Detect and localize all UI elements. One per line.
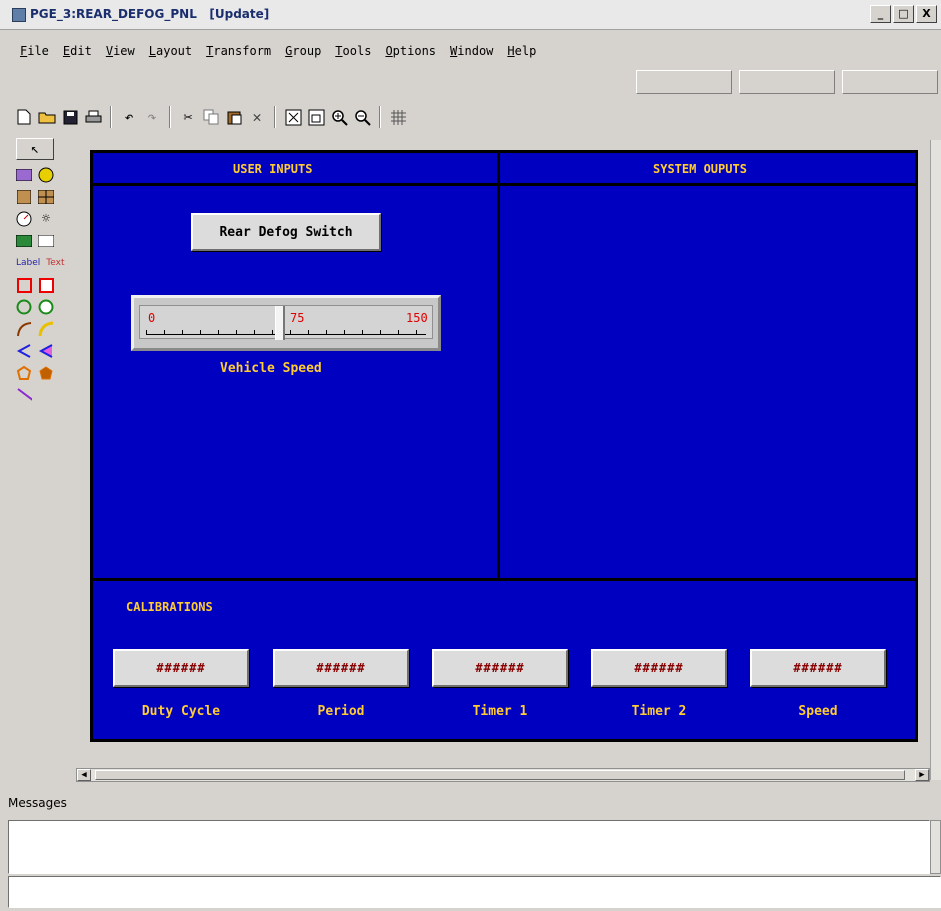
period-value[interactable]: ###### — [273, 649, 409, 687]
clock-widget-icon[interactable] — [38, 167, 54, 183]
fit-view-icon[interactable] — [283, 107, 303, 127]
slider-max-label: 150 — [406, 311, 428, 325]
paste-icon[interactable] — [224, 107, 244, 127]
undo-icon[interactable]: ↶ — [119, 107, 139, 127]
zoom-box-icon[interactable] — [306, 107, 326, 127]
vehicle-speed-label: Vehicle Speed — [220, 361, 322, 376]
timer-1-value[interactable]: ###### — [432, 649, 568, 687]
rectangle-icon[interactable] — [16, 277, 32, 293]
menu-layout[interactable]: Layout — [149, 44, 192, 58]
menu-file[interactable]: File — [20, 44, 49, 58]
menu-window[interactable]: Window — [450, 44, 493, 58]
circle-icon[interactable] — [16, 299, 32, 315]
timer-1-label: Timer 1 — [472, 704, 528, 719]
zoom-out-icon[interactable] — [352, 107, 372, 127]
arc-filled-icon[interactable] — [38, 321, 54, 337]
window-title: PGE_3:REAR_DEFOG_PNL [Update] — [30, 7, 270, 21]
value-widget-icon[interactable] — [16, 233, 32, 249]
speed-label: Speed — [798, 704, 838, 719]
messages-area[interactable] — [8, 820, 930, 874]
scroll-right-icon[interactable]: ▶ — [915, 769, 929, 781]
duty-cycle-value[interactable]: ###### — [113, 649, 249, 687]
lamp-widget-icon[interactable]: ☼ — [38, 211, 54, 227]
menu-edit[interactable]: Edit — [63, 44, 92, 58]
cut-icon[interactable]: ✂ — [178, 107, 198, 127]
vehicle-speed-slider[interactable]: 0 75 150 — [131, 295, 441, 351]
slider-min-label: 0 — [148, 311, 156, 325]
timer-2-label: Timer 2 — [631, 704, 687, 719]
header-divider — [93, 183, 915, 186]
menu-options[interactable]: Options — [385, 44, 436, 58]
status-area — [8, 876, 941, 908]
messages-label: Messages — [8, 796, 67, 810]
text-tool[interactable]: Text — [46, 255, 64, 271]
system-outputs-header: SYSTEM OUPUTS — [653, 162, 747, 176]
line-icon[interactable] — [16, 387, 32, 403]
menu-tools[interactable]: Tools — [335, 44, 371, 58]
menu-group[interactable]: Group — [285, 44, 321, 58]
circle-filled-icon[interactable] — [38, 299, 54, 315]
calibrations-header: CALIBRATIONS — [126, 600, 213, 614]
delete-icon[interactable]: ✕ — [247, 107, 267, 127]
angle-icon[interactable] — [16, 343, 32, 359]
panel-canvas: USER INPUTS SYSTEM OUPUTS Rear Defog Swi… — [90, 150, 918, 742]
top-field-3[interactable] — [842, 70, 938, 94]
tool-palette: ↖ ☼ Label Text — [14, 138, 74, 406]
top-field-1[interactable] — [636, 70, 732, 94]
toolbar: ↶ ↷ ✂ ✕ — [14, 104, 408, 130]
horizontal-scrollbar[interactable]: ◀ ▶ — [76, 768, 930, 782]
select-arrow-icon[interactable]: ↖ — [16, 138, 54, 160]
save-icon[interactable] — [60, 107, 80, 127]
copy-icon[interactable] — [201, 107, 221, 127]
minimize-button[interactable]: _ — [870, 5, 891, 23]
grid-widget-icon[interactable] — [38, 189, 54, 205]
app-icon — [12, 8, 26, 22]
period-label: Period — [317, 704, 365, 719]
new-file-icon[interactable] — [14, 107, 34, 127]
gauge-widget-icon[interactable] — [16, 211, 32, 227]
top-field-2[interactable] — [739, 70, 835, 94]
duty-cycle-label: Duty Cycle — [141, 704, 221, 719]
grid-icon[interactable] — [388, 107, 408, 127]
close-button[interactable]: X — [916, 5, 937, 23]
messages-scrollbar[interactable] — [930, 820, 941, 874]
vertical-scrollbar[interactable] — [930, 140, 941, 780]
polygon-filled-icon[interactable] — [38, 365, 54, 381]
rectangle-filled-icon[interactable] — [38, 277, 54, 293]
meter-widget-icon[interactable] — [16, 167, 32, 183]
column-divider — [497, 153, 500, 581]
display-widget-icon[interactable] — [38, 233, 54, 249]
menu-bar: File Edit View Layout Transform Group To… — [20, 44, 536, 58]
user-inputs-header: USER INPUTS — [233, 162, 313, 176]
open-folder-icon[interactable] — [37, 107, 57, 127]
redo-icon[interactable]: ↷ — [142, 107, 162, 127]
slider-mid-label: 75 — [290, 311, 305, 325]
top-field-group — [636, 70, 938, 94]
slider-thumb[interactable] — [275, 306, 285, 340]
panel-widget-icon[interactable] — [16, 189, 32, 205]
horizontal-scroll-thumb[interactable] — [95, 770, 905, 780]
print-icon[interactable] — [83, 107, 103, 127]
label-tool[interactable]: Label — [16, 255, 40, 271]
angle-filled-icon[interactable] — [38, 343, 54, 359]
title-bar: PGE_3:REAR_DEFOG_PNL [Update] _ □ X — [0, 0, 941, 30]
menu-help[interactable]: Help — [507, 44, 536, 58]
rear-defog-switch-button[interactable]: Rear Defog Switch — [191, 213, 381, 251]
maximize-button[interactable]: □ — [893, 5, 914, 23]
zoom-in-icon[interactable] — [329, 107, 349, 127]
menu-view[interactable]: View — [106, 44, 135, 58]
speed-value[interactable]: ###### — [750, 649, 886, 687]
scroll-left-icon[interactable]: ◀ — [77, 769, 91, 781]
calibrations-divider — [93, 578, 915, 581]
menu-transform[interactable]: Transform — [206, 44, 271, 58]
timer-2-value[interactable]: ###### — [591, 649, 727, 687]
polygon-icon[interactable] — [16, 365, 32, 381]
arc-icon[interactable] — [16, 321, 32, 337]
